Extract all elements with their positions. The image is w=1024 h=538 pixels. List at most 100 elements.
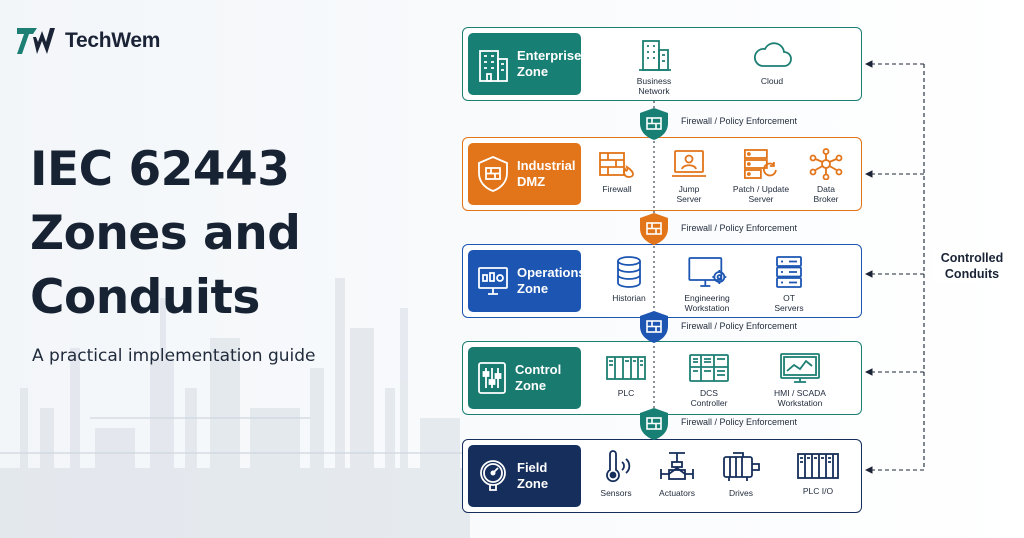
component-label: PLC — [617, 388, 635, 398]
component-dcs-controller[interactable]: DCS Controller — [688, 352, 730, 408]
motor-drive-icon — [723, 452, 760, 481]
firewall-shield-icon[interactable] — [639, 310, 669, 344]
industrial-dmz-zone: Industrial DMZ Firewall Jump Server Patc… — [462, 137, 862, 211]
control-zone-label: Control Zone — [468, 347, 581, 409]
plc-icon — [606, 356, 646, 380]
zone-title: Zone — [517, 476, 549, 491]
component-engineering-workstation[interactable]: Engineering Workstation — [684, 255, 730, 313]
component-label: Workstation — [684, 303, 730, 313]
firewall-shield-icon — [478, 156, 508, 192]
patch-server-icon — [744, 149, 777, 179]
conduit-label: Firewall / Policy Enforcement — [681, 417, 798, 427]
page-title: IEC 62443 Zones and Conduits — [30, 138, 301, 330]
jump-server-icon — [672, 150, 706, 177]
business-building-icon — [639, 40, 671, 71]
page-subtitle: A practical implementation guide — [32, 346, 316, 366]
component-actuators[interactable]: Actuators — [657, 450, 697, 498]
component-label: DCS — [700, 388, 718, 398]
title-line: Conduits — [30, 270, 260, 325]
title-line: IEC 62443 — [30, 142, 290, 197]
component-firewall[interactable]: Firewall — [597, 148, 637, 194]
component-label: Server — [676, 194, 702, 204]
component-ot-servers[interactable]: OT Servers — [772, 255, 806, 313]
field-zone: Field Zone Sensors Actuators Drives PLC … — [462, 439, 862, 513]
controlled-conduits-line: Conduits — [944, 267, 1000, 281]
zone-title: DMZ — [517, 174, 546, 189]
component-hmi-scada-workstation[interactable]: HMI / SCADA Workstation — [774, 352, 826, 408]
server-rack-icon — [776, 256, 802, 288]
controlled-conduits-label: Controlled Conduits — [932, 250, 1012, 282]
sensor-icon — [606, 450, 631, 483]
component-label: Drives — [728, 488, 754, 498]
monitor-icon — [478, 267, 508, 295]
brand-logo[interactable]: TechWem — [16, 25, 160, 57]
component-label: OT — [783, 293, 795, 303]
component-sensors[interactable]: Sensors — [598, 450, 634, 498]
zone-title: Enterprise — [517, 48, 582, 63]
database-icon — [617, 256, 641, 288]
dcs-controller-icon — [689, 354, 729, 382]
component-plc[interactable]: PLC — [605, 352, 647, 398]
title-line: Zones and — [30, 206, 301, 261]
operations-zone: Operations Zone Historian Engineering Wo… — [462, 244, 862, 318]
controlled-conduits-line: Controlled — [940, 251, 1004, 265]
techwem-logo-icon — [17, 28, 55, 54]
zone-title: Zone — [517, 64, 549, 79]
component-label: Firewall — [602, 184, 632, 194]
zone-title: Industrial — [517, 158, 576, 173]
hmi-icon — [780, 353, 820, 383]
component-label: Network — [638, 86, 670, 96]
enterprise-zone-label: Enterprise Zone — [468, 33, 581, 95]
component-label: Patch / Update — [732, 184, 790, 194]
zone-title: Zone — [517, 281, 549, 296]
component-cloud[interactable]: Cloud — [750, 38, 794, 86]
zone-title: Control — [515, 362, 562, 377]
enterprise-zone: Enterprise Zone Business Network Cloud — [462, 27, 862, 101]
gauge-icon — [480, 460, 506, 491]
component-label: Historian — [612, 293, 646, 303]
plc-io-icon — [797, 453, 839, 479]
firewall-shield-icon[interactable] — [639, 107, 669, 141]
control-zone: Control Zone PLC DCS Controller HMI / SC… — [462, 341, 862, 415]
component-label: Workstation — [777, 398, 823, 408]
component-label: Cloud — [760, 76, 784, 86]
zone-title: Field — [517, 460, 548, 475]
field-zone-label: Field Zone — [468, 445, 581, 507]
engineering-workstation-icon — [688, 257, 726, 287]
component-data-broker[interactable]: Data Broker — [806, 148, 846, 204]
component-label: Business — [636, 76, 672, 86]
component-label: Servers — [774, 303, 804, 313]
conduit-label: Firewall / Policy Enforcement — [681, 116, 798, 126]
component-drives[interactable]: Drives — [719, 450, 763, 498]
data-broker-icon — [809, 148, 843, 180]
zone-title: Operations — [517, 265, 586, 280]
component-historian[interactable]: Historian — [609, 255, 649, 303]
component-label: Jump — [678, 184, 700, 194]
component-patch-update-server[interactable]: Patch / Update Server — [733, 148, 789, 204]
industrial-dmz-label: Industrial DMZ — [468, 143, 581, 205]
component-plc-io[interactable]: PLC I/O — [796, 450, 840, 496]
control-panel-icon — [478, 362, 506, 394]
component-label: Server — [748, 194, 774, 204]
actuator-valve-icon — [660, 452, 694, 480]
component-label: Sensors — [600, 488, 632, 498]
component-label: Engineering — [684, 293, 730, 303]
component-business-network[interactable]: Business Network — [634, 38, 674, 96]
component-label: Actuators — [659, 488, 695, 498]
component-label: Broker — [813, 194, 839, 204]
conduit-label: Firewall / Policy Enforcement — [681, 223, 798, 233]
component-label: Controller — [690, 398, 728, 408]
component-jump-server[interactable]: Jump Server — [669, 148, 709, 204]
zone-title: Zone — [515, 378, 547, 393]
firewall-shield-icon[interactable] — [639, 407, 669, 441]
operations-zone-label: Operations Zone — [468, 250, 586, 312]
component-label: Data — [817, 184, 835, 194]
firewall-shield-icon[interactable] — [639, 212, 669, 246]
conduit-label: Firewall / Policy Enforcement — [681, 321, 798, 331]
firewall-icon — [599, 152, 634, 178]
building-icon — [479, 50, 508, 82]
cloud-icon — [754, 42, 792, 67]
component-label: HMI / SCADA — [774, 388, 826, 398]
brand-name: TechWem — [65, 29, 161, 52]
component-label: PLC I/O — [802, 486, 834, 496]
